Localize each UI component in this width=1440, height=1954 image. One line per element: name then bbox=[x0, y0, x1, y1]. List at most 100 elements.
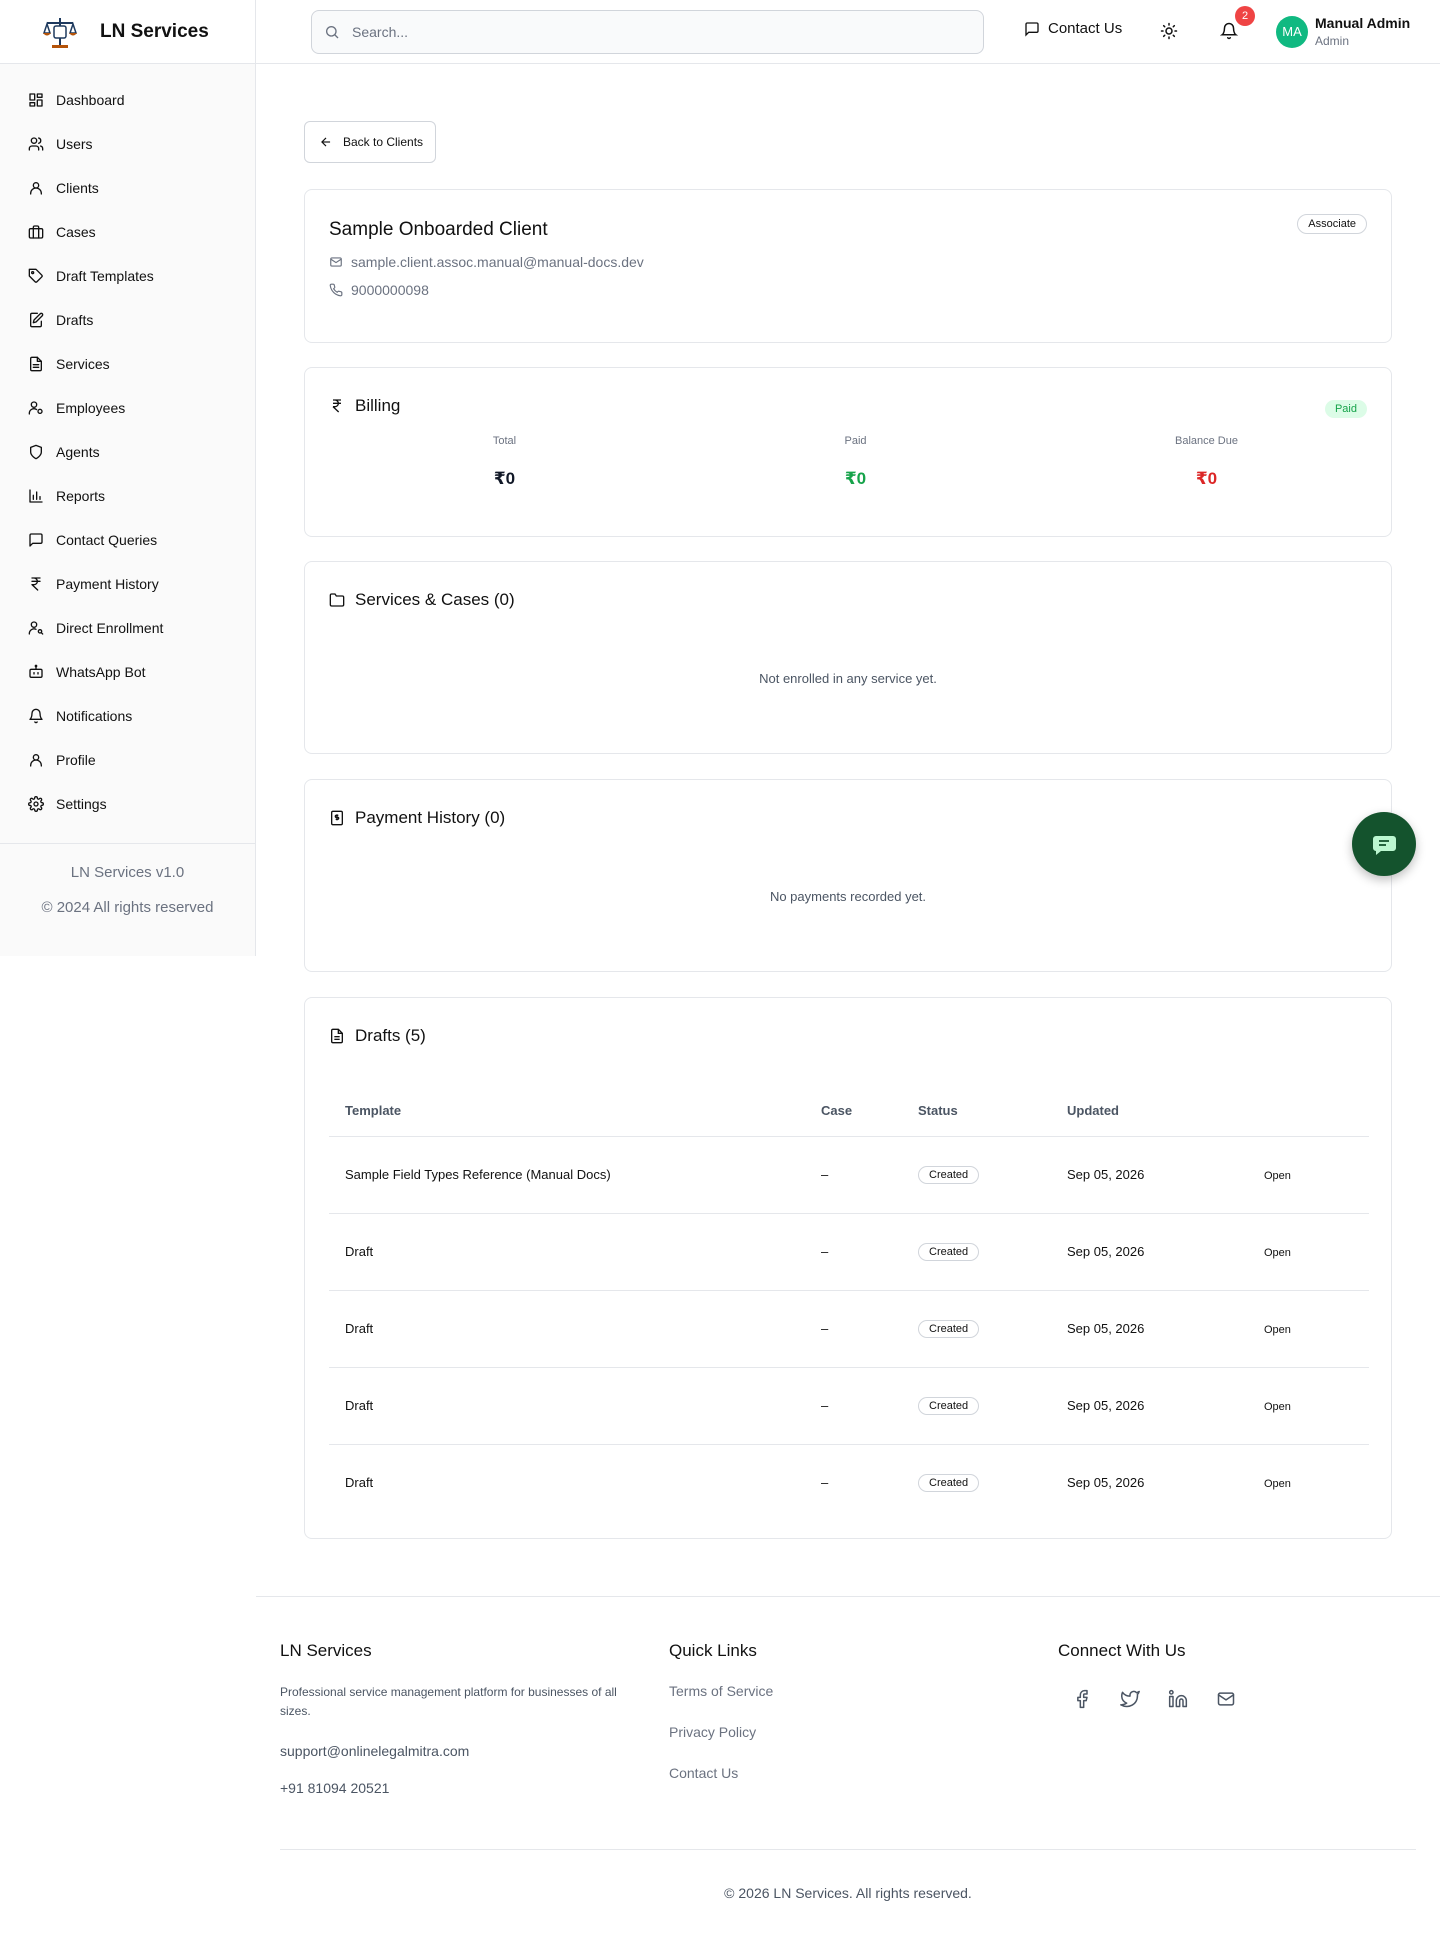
sidebar-item-clients[interactable]: Clients bbox=[0, 166, 255, 210]
sidebar-item-profile[interactable]: Profile bbox=[0, 738, 255, 782]
footer-copyright: © 2026 LN Services. All rights reserved. bbox=[724, 1885, 972, 1901]
client-role-badge: Associate bbox=[1297, 214, 1367, 234]
file-icon bbox=[30, 356, 42, 372]
folder-icon bbox=[329, 593, 345, 607]
open-draft-button[interactable]: Open bbox=[1258, 1247, 1291, 1259]
billing-card: Billing Paid Total ₹0 Paid ₹0 Balance Du… bbox=[304, 367, 1392, 537]
draft-template: Draft bbox=[329, 1213, 805, 1291]
arrow-left-icon bbox=[321, 137, 331, 147]
sidebar-item-users[interactable]: Users bbox=[0, 122, 255, 166]
payments-title: Payment History (0) bbox=[329, 808, 505, 828]
notifications-button[interactable] bbox=[1219, 22, 1240, 42]
draft-case: – bbox=[805, 1136, 902, 1214]
sidebar-item-label: Drafts bbox=[56, 312, 94, 328]
bell-icon bbox=[29, 708, 43, 724]
sidebar-item-label: Direct Enrollment bbox=[56, 620, 164, 636]
status-badge: Created bbox=[918, 1396, 980, 1415]
billing-balance-label: Balance Due bbox=[1175, 435, 1238, 447]
shield-icon bbox=[30, 444, 42, 460]
footer-link-contact[interactable]: Contact Us bbox=[669, 1765, 773, 1781]
user-key-icon bbox=[28, 621, 44, 635]
table-header-row: Template Case Status Updated bbox=[329, 1086, 1369, 1137]
back-to-clients-button[interactable]: Back to Clients bbox=[304, 121, 436, 163]
client-card: Sample Onboarded Client sample.client.as… bbox=[304, 189, 1392, 343]
billing-title-text: Billing bbox=[355, 396, 401, 415]
search-input[interactable] bbox=[352, 24, 952, 40]
footer-social-title: Connect With Us bbox=[1058, 1641, 1186, 1660]
footer-phone[interactable]: +91 81094 20521 bbox=[280, 1780, 640, 1796]
sidebar-item-settings[interactable]: Settings bbox=[0, 782, 255, 826]
sidebar-item-whatsapp-bot[interactable]: WhatsApp Bot bbox=[0, 650, 255, 694]
phone-icon bbox=[329, 283, 343, 297]
sidebar-item-label: WhatsApp Bot bbox=[56, 664, 146, 680]
draft-action-cell: Open bbox=[1242, 1136, 1369, 1214]
chat-fab-button[interactable] bbox=[1352, 812, 1416, 876]
message-icon bbox=[29, 533, 43, 547]
brand[interactable]: LN Services bbox=[0, 0, 255, 64]
sidebar-item-reports[interactable]: Reports bbox=[0, 474, 255, 518]
draft-template: Draft bbox=[345, 1475, 374, 1491]
draft-updated: Sep 05, 2026 bbox=[1051, 1367, 1242, 1445]
client-phone: 9000000098 bbox=[351, 282, 429, 298]
draft-updated: Sep 05, 2026 bbox=[1051, 1213, 1242, 1291]
sidebar-item-label: Dashboard bbox=[56, 92, 125, 108]
table-row: Draft – Created Sep 05, 2026 Open bbox=[329, 1444, 1369, 1521]
mail-icon bbox=[1217, 1692, 1235, 1706]
dashboard-icon bbox=[29, 93, 43, 107]
users-icon bbox=[28, 137, 44, 151]
footer-social: Connect With Us bbox=[1058, 1641, 1236, 1709]
sidebar-item-direct-enrollment[interactable]: Direct Enrollment bbox=[0, 606, 255, 650]
draft-updated: Sep 05, 2026 bbox=[1051, 1136, 1242, 1214]
open-draft-button[interactable]: Open bbox=[1258, 1478, 1291, 1490]
footer-email[interactable]: support@onlinelegalmitra.com bbox=[280, 1743, 640, 1759]
table-row: Draft – Created Sep 05, 2026 Open bbox=[329, 1367, 1369, 1445]
open-draft-button[interactable]: Open bbox=[1258, 1401, 1291, 1413]
search-box[interactable] bbox=[311, 10, 984, 54]
payments-card: Payment History (0) No payments recorded… bbox=[304, 779, 1392, 972]
sidebar-item-contact-queries[interactable]: Contact Queries bbox=[0, 518, 255, 562]
column-header-status: Status bbox=[902, 1086, 1051, 1137]
open-draft-button[interactable]: Open bbox=[1258, 1170, 1291, 1182]
billing-paid-label: Paid bbox=[844, 435, 867, 447]
footer-links: Quick Links Terms of Service Privacy Pol… bbox=[669, 1641, 773, 1806]
facebook-link[interactable] bbox=[1072, 1689, 1092, 1709]
footer-about: LN Services Professional service managem… bbox=[280, 1641, 640, 1796]
sidebar-item-label: Services bbox=[56, 356, 110, 372]
sidebar-item-agents[interactable]: Agents bbox=[0, 430, 255, 474]
linkedin-icon bbox=[1168, 1689, 1188, 1708]
sidebar-item-label: Cases bbox=[56, 224, 96, 240]
twitter-link[interactable] bbox=[1120, 1689, 1140, 1709]
sidebar-item-notifications[interactable]: Notifications bbox=[0, 694, 255, 738]
linkedin-link[interactable] bbox=[1168, 1689, 1188, 1709]
footer-link-privacy[interactable]: Privacy Policy bbox=[669, 1724, 773, 1740]
services-title: Services & Cases (0) bbox=[329, 590, 515, 610]
mail-icon bbox=[330, 257, 342, 267]
sidebar-item-cases[interactable]: Cases bbox=[0, 210, 255, 254]
draft-status-cell: Created bbox=[902, 1367, 1051, 1445]
billing-paid: Paid ₹0 bbox=[680, 435, 1031, 489]
sidebar-item-drafts[interactable]: Drafts bbox=[0, 298, 255, 342]
avatar[interactable]: MA bbox=[1276, 16, 1308, 48]
draft-case: – bbox=[805, 1367, 902, 1445]
user-cog-icon bbox=[28, 401, 43, 415]
theme-toggle-button[interactable] bbox=[1160, 22, 1180, 42]
briefcase-icon bbox=[28, 225, 44, 239]
sidebar-item-draft-templates[interactable]: Draft Templates bbox=[0, 254, 255, 298]
user-name[interactable]: Manual Admin bbox=[1315, 15, 1410, 31]
sidebar-item-payment-history[interactable]: Payment History bbox=[0, 562, 255, 606]
services-title-text: Services & Cases (0) bbox=[355, 590, 515, 609]
payments-title-text: Payment History (0) bbox=[355, 808, 506, 827]
sidebar-item-employees[interactable]: Employees bbox=[0, 386, 255, 430]
draft-template: Sample Field Types Reference (Manual Doc… bbox=[329, 1136, 805, 1214]
draft-status-cell: Created bbox=[902, 1213, 1051, 1291]
email-link[interactable] bbox=[1216, 1689, 1236, 1709]
client-email-row: sample.client.assoc.manual@manual-docs.d… bbox=[329, 254, 644, 270]
search-icon bbox=[326, 26, 339, 39]
sidebar-item-services[interactable]: Services bbox=[0, 342, 255, 386]
billing-balance: Balance Due ₹0 bbox=[1031, 435, 1382, 489]
footer-link-terms[interactable]: Terms of Service bbox=[669, 1683, 773, 1699]
contact-us-button[interactable]: Contact Us bbox=[1024, 20, 1122, 37]
status-badge: Created bbox=[918, 1165, 980, 1184]
sidebar-item-dashboard[interactable]: Dashboard bbox=[0, 78, 255, 122]
open-draft-button[interactable]: Open bbox=[1258, 1324, 1291, 1336]
